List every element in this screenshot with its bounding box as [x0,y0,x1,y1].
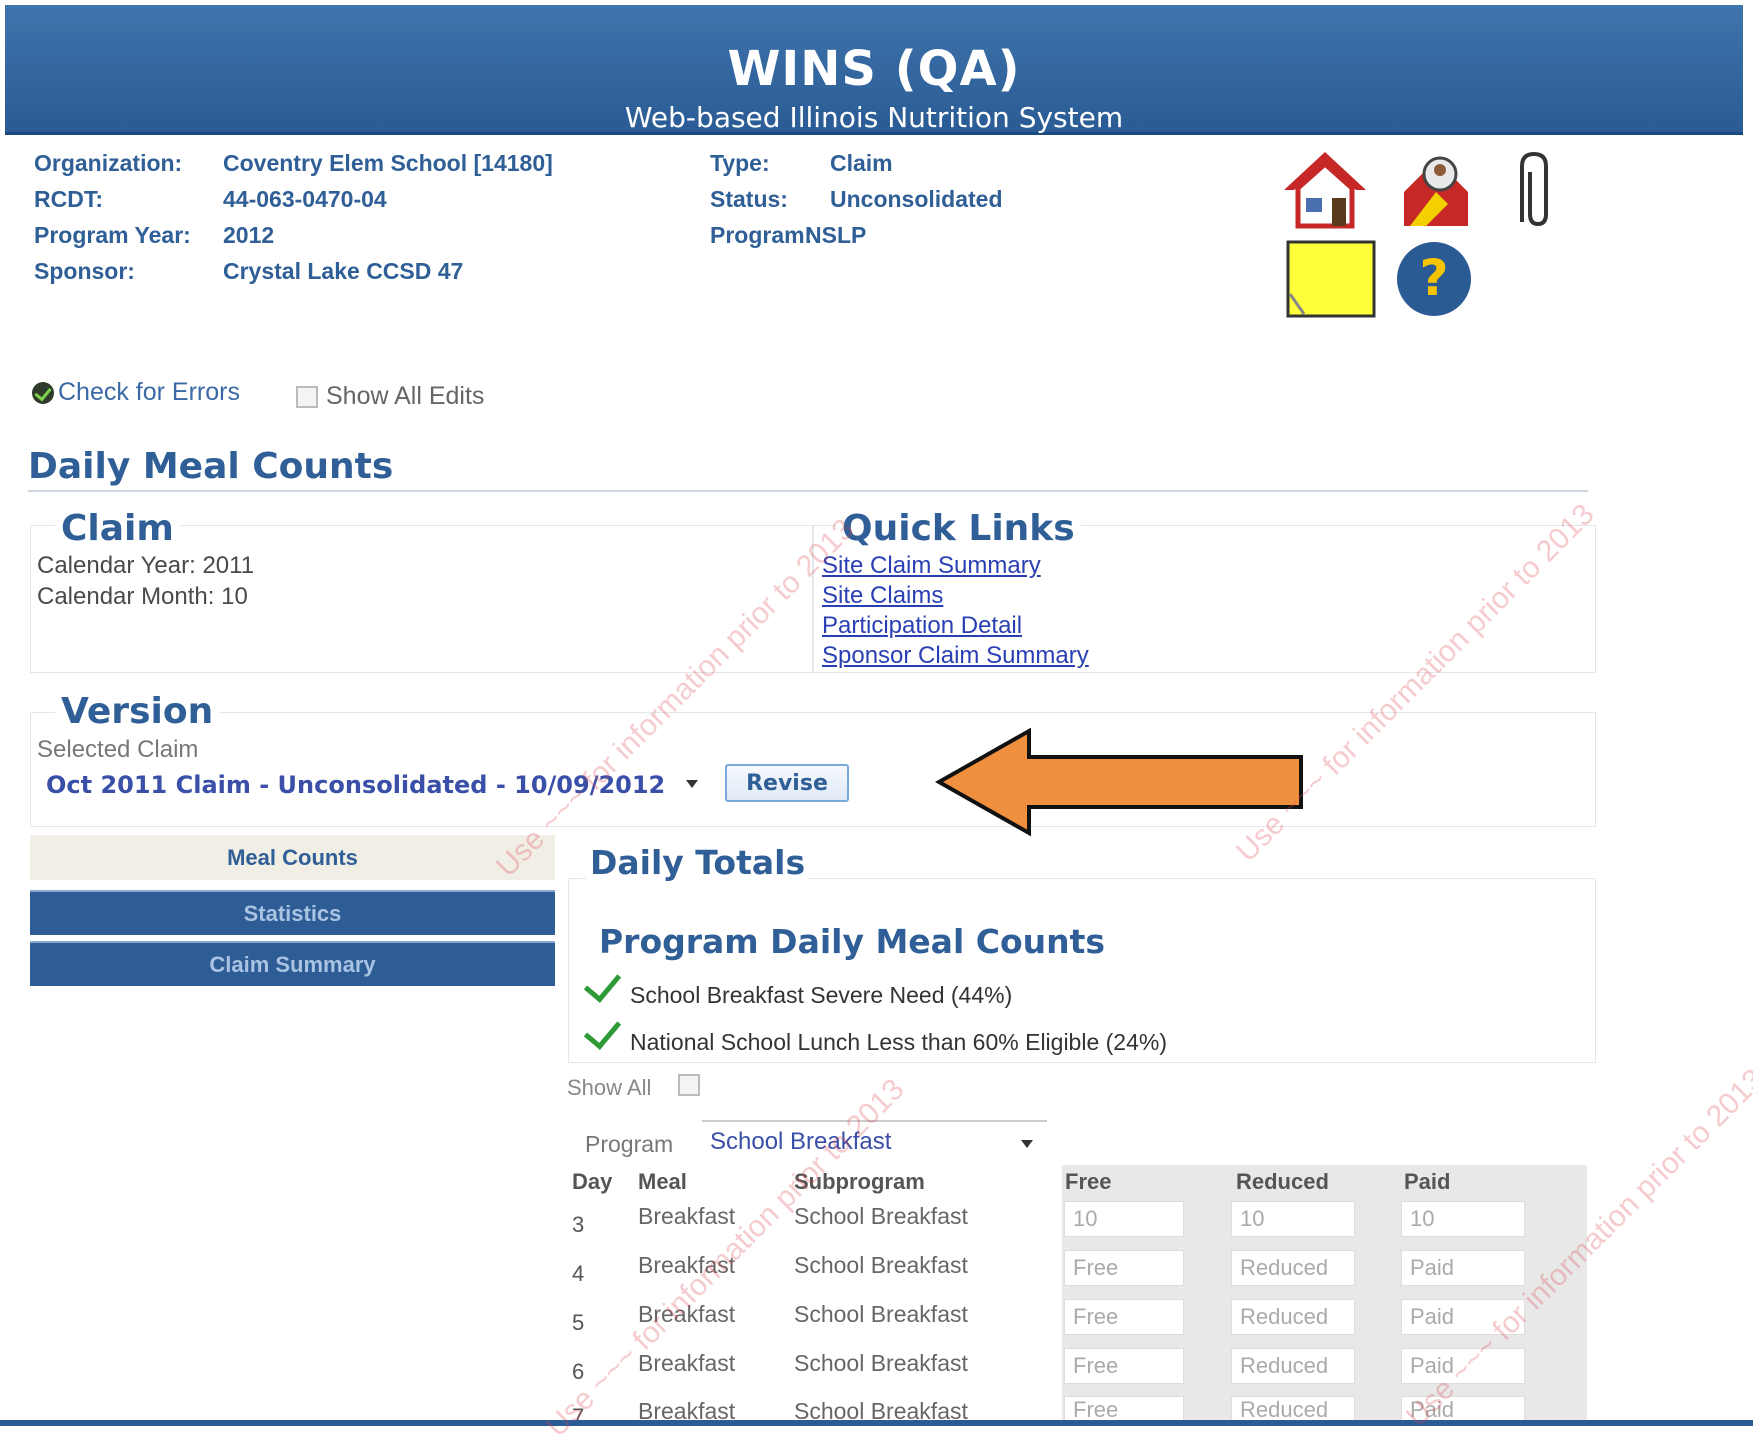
col-subprogram-header: Subprogram [794,1169,925,1194]
col-day-header: Day [572,1169,613,1194]
reduced-input[interactable]: Reduced [1231,1250,1355,1286]
col-reduced-header: Reduced [1236,1169,1329,1194]
selected-claim-select[interactable]: Oct 2011 Claim - Unconsolidated - 10/09/… [36,764,708,806]
day-cell: 5 [572,1310,585,1335]
reduced-input[interactable]: 10 [1231,1201,1355,1237]
check-for-errors-link[interactable]: Check for Errors [32,378,240,407]
search-user-icon[interactable] [1396,148,1476,235]
arrow-left-icon [934,727,1305,842]
rcdt-label: RCDT: [34,186,103,212]
organization-value: Coventry Elem School [14180] [223,150,553,176]
svg-text:?: ? [1419,249,1448,307]
program-filter-label: Program [585,1131,674,1157]
meal-cell: Breakfast [638,1350,736,1376]
selected-claim-label: Selected Claim [37,736,199,763]
calendar-year: Calendar Year: 2011 [37,552,255,579]
toolbar-icons: ? [1280,148,1580,323]
col-paid-header: Paid [1404,1169,1451,1194]
home-icon[interactable] [1280,148,1370,235]
show-all-edits-checkbox[interactable] [296,385,318,408]
show-all-edits-label: Show All Edits [326,382,485,410]
show-all-edits-toggle[interactable]: Show All Edits [296,382,484,411]
tab-statistics[interactable]: Statistics [30,890,555,935]
organization-label: Organization: [34,150,183,176]
free-input[interactable]: Free [1064,1250,1184,1286]
program-year-value: 2012 [223,222,275,248]
day-cell: 6 [572,1359,585,1384]
reduced-input[interactable]: Reduced [1231,1348,1355,1384]
sticky-note-icon[interactable] [1286,240,1376,325]
paperclip-icon[interactable] [1502,148,1566,235]
subprogram-cell: School Breakfast [794,1350,968,1376]
rcdt-value: 44-063-0470-04 [223,186,387,212]
revise-button[interactable]: Revise [725,764,849,802]
program-filter-value: School Breakfast [710,1128,892,1155]
paid-input[interactable]: Paid [1401,1299,1525,1335]
reduced-input[interactable]: Reduced [1231,1299,1355,1335]
tab-meal-counts[interactable]: Meal Counts [30,835,555,880]
bottom-border [0,1420,1753,1426]
sponsor-value: Crystal Lake CCSD 47 [223,258,464,284]
subprogram-cell: School Breakfast [794,1301,968,1327]
tab-claim-summary[interactable]: Claim Summary [30,941,555,986]
subprogram-cell: School Breakfast [794,1252,968,1278]
free-input[interactable]: Free [1064,1299,1184,1335]
claim-heading: Claim [55,508,180,549]
chevron-down-icon [686,780,698,788]
selected-claim-value: Oct 2011 Claim - Unconsolidated - 10/09/… [46,771,666,799]
status-value: Unconsolidated [830,186,1003,212]
type-value: Claim [830,150,893,176]
sponsor-claim-summary-link[interactable]: Sponsor Claim Summary [822,642,1089,670]
subprogram-cell: School Breakfast [794,1203,968,1229]
program-year-label: Program Year: [34,222,191,248]
calendar-month: Calendar Month: 10 [37,583,248,610]
program-daily-item: School Breakfast Severe Need (44%) [630,982,1013,1008]
program-value: NSLP [805,222,867,248]
col-meal-header: Meal [638,1169,687,1194]
help-icon[interactable]: ? [1393,240,1475,323]
daily-totals-heading: Daily Totals [586,843,810,882]
program-filter-select[interactable]: School Breakfast [702,1120,1047,1164]
meal-cell: Breakfast [638,1252,736,1278]
type-label: Type: [710,150,770,176]
day-cell: 3 [572,1212,585,1237]
participation-detail-link[interactable]: Participation Detail [822,612,1022,640]
quick-links-heading: Quick Links [836,508,1081,549]
paid-input[interactable]: 10 [1401,1201,1525,1237]
meal-cell: Breakfast [638,1203,736,1229]
col-free-header: Free [1065,1169,1112,1194]
paid-input[interactable]: Paid [1401,1348,1525,1384]
status-label: Status: [710,186,788,212]
day-cell: 4 [572,1261,585,1286]
check-for-errors-label: Check for Errors [58,378,240,406]
program-label: Program: [710,222,813,248]
show-all-label: Show All [567,1075,652,1100]
title-divider [28,490,1588,492]
meal-cell: Breakfast [638,1301,736,1327]
program-daily-heading: Program Daily Meal Counts [595,922,1110,961]
chevron-down-icon [1021,1140,1033,1148]
paid-input[interactable]: Paid [1401,1250,1525,1286]
site-claims-link[interactable]: Site Claims [822,582,943,610]
day-cell: 7 [572,1404,585,1429]
free-input[interactable]: Free [1064,1348,1184,1384]
free-input[interactable]: 10 [1064,1201,1184,1237]
check-circle-icon [32,381,54,404]
sponsor-label: Sponsor: [34,258,135,284]
program-daily-item: National School Lunch Less than 60% Elig… [630,1029,1167,1055]
site-claim-summary-link[interactable]: Site Claim Summary [822,552,1041,580]
version-heading: Version [55,691,220,732]
show-all-checkbox[interactable] [678,1074,700,1096]
page-title: Daily Meal Counts [28,446,394,487]
